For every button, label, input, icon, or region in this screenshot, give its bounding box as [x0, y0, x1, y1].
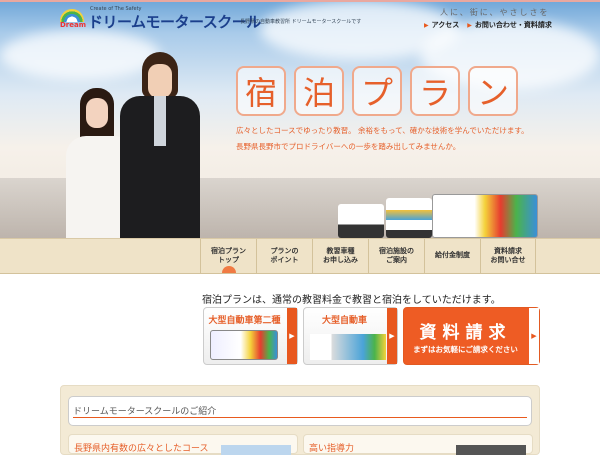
title-char: 泊 [294, 66, 344, 116]
card-large-type2[interactable]: 大型自動車第二種 ▶ [203, 307, 298, 365]
lead-text: 広々としたコースでゆったり教習。 余裕をもって、確かな技術を学んでいただけます。 [236, 126, 529, 135]
title-char: プ [352, 66, 402, 116]
link-label: お問い合わせ・資料請求 [474, 21, 552, 29]
man-photo [120, 52, 200, 238]
title-char: ン [468, 66, 518, 116]
bus-image [210, 330, 278, 360]
lead-text: 長野県長野市でプロドライバーへの一歩を踏み出してみませんか。 [236, 142, 461, 151]
feature-card[interactable]: 長野県内有数の広々としたコース [68, 434, 298, 455]
section-header: ドリームモータースクールのご紹介 [68, 396, 532, 426]
motto: 人に、街に、やさしさを [440, 8, 550, 17]
nav-item-subsidy[interactable]: 給付金制度 [424, 239, 480, 273]
arrow-icon: ▶ [424, 22, 429, 29]
bus-image [432, 194, 538, 238]
intro-text: 宿泊プランは、通常の教習料金で教習と宿泊をしていただけます。 [202, 295, 501, 306]
request-title: 資料請求 [419, 323, 512, 343]
card-label: 大型自動車第二種 [208, 316, 281, 326]
truck-image [338, 204, 384, 238]
arrow-right-icon: ▶ [287, 308, 297, 364]
card-label: 大型自動車 [321, 316, 367, 326]
arrow-icon: ▶ [467, 22, 472, 29]
arrow-right-icon: ▶ [529, 308, 539, 364]
title-char: 宿 [236, 66, 286, 116]
header-subtitle: 長野県の自動車教習所 ドリームモータースクールです [240, 19, 362, 25]
page-title: 宿 泊 プ ラ ン [236, 66, 518, 116]
link-label: アクセス [431, 21, 460, 29]
logo-badge: Dream [60, 21, 87, 29]
request-subtitle: まずはお気軽にご請求ください [413, 345, 518, 354]
card-large-vehicle[interactable]: 大型自動車 ▶ [303, 307, 398, 365]
instructor-photo [456, 445, 526, 455]
feature-title: 高い指導力 [309, 444, 355, 454]
arrow-right-icon: ▶ [387, 308, 397, 364]
feature-title: 長野県内有数の広々としたコース [74, 444, 209, 454]
feature-card[interactable]: 高い指導力 [303, 434, 533, 455]
truck-image [310, 334, 386, 360]
nav-item-top[interactable]: 宿泊プラン トップ [200, 239, 256, 273]
nav-item-request[interactable]: 資料請求 お問い合せ [480, 239, 536, 273]
access-link[interactable]: ▶ アクセス [424, 20, 459, 30]
section-title: ドリームモータースクールのご紹介 [73, 407, 217, 417]
course-photo [221, 445, 291, 455]
logo-text[interactable]: ドリームモータースクール [88, 11, 261, 32]
sub-navigation: 宿泊プラン トップ プランの ポイント 教習車種 お申し込み 宿泊施設の ご案内… [0, 238, 600, 274]
nav-item-points[interactable]: プランの ポイント [256, 239, 312, 273]
request-materials-button[interactable]: 資料請求 まずはお気軽にご請求ください ▶ [403, 307, 540, 365]
hero-banner [0, 0, 600, 238]
contact-link[interactable]: ▶ お問い合わせ・資料請求 [467, 20, 552, 30]
title-char: ラ [410, 66, 460, 116]
site-header: Dream Create of The Safety ドリームモータースクール … [0, 0, 600, 32]
truck-image [386, 198, 432, 238]
nav-item-accommodation[interactable]: 宿泊施設の ご案内 [368, 239, 424, 273]
nav-item-vehicle-types[interactable]: 教習車種 お申し込み [312, 239, 368, 273]
divider [73, 417, 527, 418]
